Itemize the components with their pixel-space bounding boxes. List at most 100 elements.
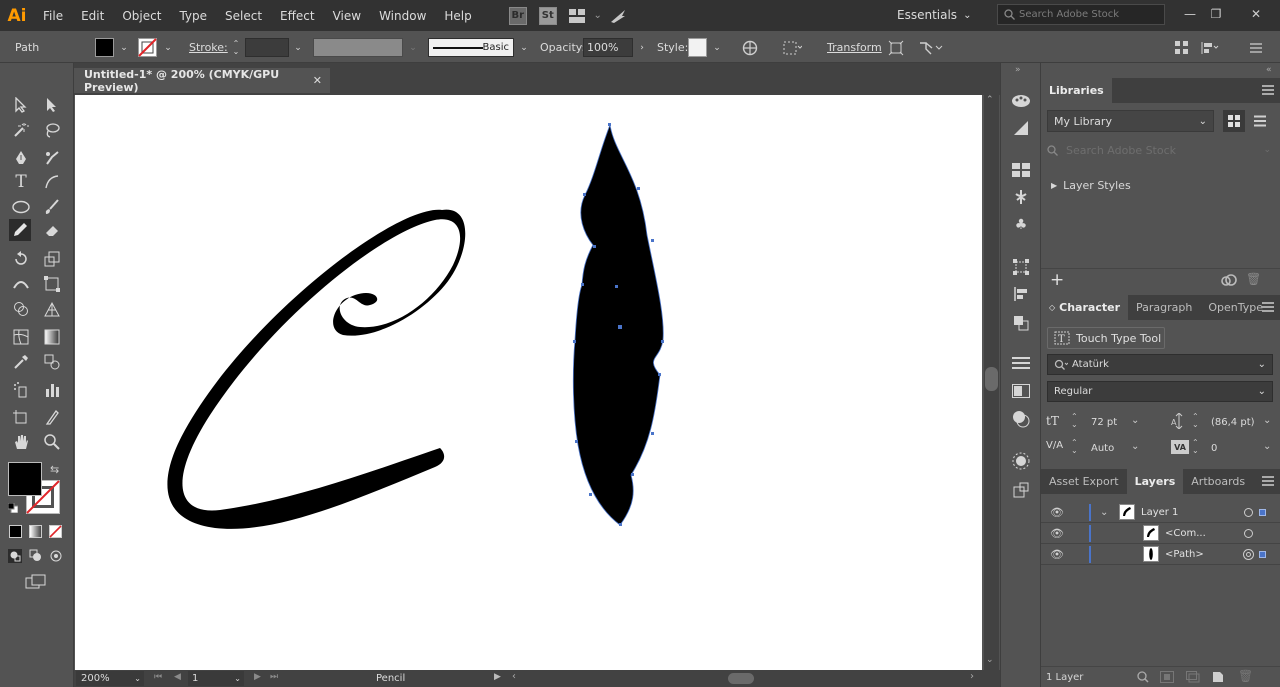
font-size-dropdown[interactable]: ⌄	[1131, 415, 1139, 426]
prev-artboard-icon[interactable]: ◀	[174, 672, 181, 682]
blend-tool-icon[interactable]	[41, 351, 63, 373]
hand-tool-icon[interactable]	[10, 431, 32, 453]
style-dropdown[interactable]: ⌄	[708, 38, 726, 57]
visibility-eye-icon[interactable]: 👁	[1050, 527, 1064, 540]
gradient-mode-icon[interactable]	[29, 525, 42, 538]
stroke-label[interactable]: Stroke:	[189, 38, 228, 57]
layer-row-compound[interactable]: 👁 <Com...	[1041, 523, 1280, 544]
scroll-up-icon[interactable]: ⌃	[986, 95, 994, 105]
pen-tool-icon[interactable]	[10, 147, 32, 169]
close-tab-icon[interactable]: ✕	[313, 74, 322, 87]
color-mode-icon[interactable]	[9, 525, 22, 538]
transform-panel-icon[interactable]	[1011, 257, 1031, 277]
brushes-icon[interactable]	[1011, 160, 1031, 180]
scroll-down-icon[interactable]: ⌄	[986, 655, 994, 665]
stroke-panel-icon[interactable]	[1011, 353, 1031, 373]
fill-swatch[interactable]	[95, 38, 114, 57]
width-tool-icon[interactable]	[10, 273, 32, 295]
restore-button[interactable]: ❐	[1204, 4, 1228, 24]
menu-window[interactable]: Window	[370, 0, 435, 31]
target-circle-icon[interactable]	[1244, 507, 1253, 517]
eyedropper-tool-icon[interactable]	[10, 351, 32, 373]
library-select[interactable]: My Library ⌄	[1047, 110, 1214, 132]
stock-button[interactable]: St	[537, 6, 559, 25]
brush-stroke-c-shape[interactable]	[167, 209, 466, 529]
visibility-eye-icon[interactable]: 👁	[1050, 506, 1064, 519]
stroke-weight-dropdown[interactable]: ⌄	[289, 38, 307, 57]
perspective-grid-tool-icon[interactable]	[41, 298, 63, 320]
menu-view[interactable]: View	[324, 0, 370, 31]
tracking-input[interactable]: 0	[1207, 439, 1263, 458]
paintbrush-tool-icon[interactable]	[41, 196, 63, 218]
menu-help[interactable]: Help	[435, 0, 480, 31]
libraries-menu-icon[interactable]	[1262, 85, 1274, 95]
bridge-button[interactable]: Br	[507, 6, 529, 25]
close-window-button[interactable]: ✕	[1244, 4, 1268, 24]
graphic-style-swatch[interactable]	[688, 38, 707, 57]
create-sublayer-icon[interactable]	[1186, 671, 1200, 686]
screen-mode-icon[interactable]	[25, 574, 47, 590]
scroll-left-icon[interactable]: ‹	[512, 671, 516, 682]
menu-effect[interactable]: Effect	[271, 0, 324, 31]
recolor-artwork-icon[interactable]	[742, 38, 762, 57]
align-icon[interactable]	[1200, 38, 1222, 57]
align-to-icon[interactable]	[782, 38, 808, 57]
lasso-tool-icon[interactable]	[41, 119, 63, 141]
artboard[interactable]	[75, 95, 982, 670]
target-circle-icon[interactable]	[1244, 528, 1253, 538]
zoom-select[interactable]: 200% ⌄	[76, 671, 144, 686]
draw-inside-icon[interactable]	[49, 549, 63, 563]
scroll-thumb[interactable]	[985, 367, 998, 391]
chevron-down-icon[interactable]: ⌄	[1100, 507, 1108, 518]
menu-file[interactable]: File	[34, 0, 72, 31]
layer-styles-section[interactable]: ▶ Layer Styles	[1051, 179, 1131, 192]
layer-name[interactable]: <Path>	[1165, 549, 1204, 560]
menu-type[interactable]: Type	[170, 0, 216, 31]
pencil-tool-icon[interactable]	[9, 219, 31, 241]
kerning-dropdown[interactable]: ⌄	[1131, 441, 1139, 452]
symbols-icon[interactable]	[1011, 187, 1031, 207]
horizontal-scrollbar[interactable]: ‹ ›	[512, 671, 974, 686]
scale-tool-icon[interactable]	[41, 248, 63, 270]
new-layer-icon[interactable]	[1212, 671, 1224, 686]
delete-layer-icon[interactable]: 🗑	[1238, 669, 1253, 683]
swatches-icon[interactable]	[1011, 118, 1031, 138]
slice-tool-icon[interactable]	[41, 407, 63, 429]
font-family-select[interactable]: Atatürk ⌄	[1047, 354, 1273, 375]
none-mode-icon[interactable]	[49, 525, 62, 538]
brush-dropdown[interactable]: ⌄	[515, 38, 533, 57]
default-colors-icon[interactable]	[7, 502, 19, 514]
color-guide-icon[interactable]	[1011, 90, 1031, 110]
shape-builder-tool-icon[interactable]	[10, 298, 32, 320]
artboard-number-select[interactable]: 1 ⌄	[188, 671, 244, 686]
tracking-dropdown[interactable]: ⌄	[1263, 441, 1271, 452]
menu-object[interactable]: Object	[113, 0, 170, 31]
control-menu-icon[interactable]	[1250, 38, 1266, 57]
status-menu-arrow[interactable]: ▶	[494, 672, 501, 682]
chevron-down-icon[interactable]: ⌄	[593, 7, 603, 25]
free-transform-tool-icon[interactable]	[41, 273, 63, 295]
font-size-stepper[interactable]: ⌃ ⌄	[1071, 413, 1078, 429]
grid-view-icon[interactable]	[1223, 110, 1245, 132]
tab-opentype[interactable]: OpenType	[1200, 295, 1271, 320]
selection-indicator[interactable]	[1259, 508, 1266, 516]
transparency-icon[interactable]	[1011, 409, 1031, 429]
appearance-icon[interactable]	[1011, 451, 1031, 471]
layers-menu-icon[interactable]	[1262, 476, 1274, 486]
fill-dropdown[interactable]: ⌄	[115, 38, 133, 57]
first-artboard-icon[interactable]: ⏮	[154, 672, 162, 682]
draw-normal-icon[interactable]	[8, 549, 22, 563]
tab-artboards[interactable]: Artboards	[1183, 469, 1253, 494]
menu-select[interactable]: Select	[216, 0, 271, 31]
stroke-swatch[interactable]	[138, 38, 157, 57]
scroll-right-icon[interactable]: ›	[970, 671, 974, 682]
layer-name[interactable]: <Com...	[1165, 528, 1206, 539]
locate-object-icon[interactable]	[1137, 671, 1149, 686]
hscroll-thumb[interactable]	[728, 673, 754, 684]
opacity-arrow[interactable]: ›	[633, 38, 651, 57]
symbol-sprayer-tool-icon[interactable]	[10, 379, 32, 401]
last-artboard-icon[interactable]: ⏭	[270, 672, 278, 682]
leading-input[interactable]: (86,4 pt)	[1207, 413, 1263, 432]
vertical-scrollbar[interactable]: ⌃ ⌄	[984, 95, 999, 670]
type-tool-icon[interactable]: T	[10, 171, 32, 193]
